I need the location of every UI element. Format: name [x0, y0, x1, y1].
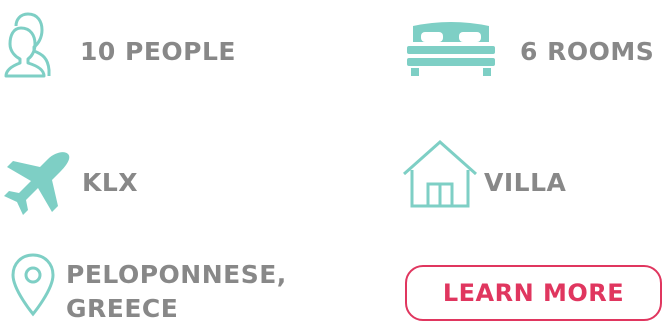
location-line-1: PELOPONNESE, [66, 260, 287, 289]
location-line-2: GREECE [66, 294, 179, 323]
learn-more-button[interactable]: LEARN MORE [405, 265, 662, 321]
learn-more-label: LEARN MORE [442, 279, 625, 307]
people-icon [4, 12, 51, 78]
people-label: 10 PEOPLE [80, 37, 236, 66]
airplane-icon [4, 152, 70, 215]
bed-icon [407, 22, 495, 76]
location-label: PELOPONNESE, GREECE [66, 258, 287, 326]
house-icon [403, 140, 477, 208]
rooms-label: 6 ROOMS [520, 37, 655, 66]
airport-label: KLX [82, 168, 139, 197]
location-pin-icon [11, 253, 55, 317]
type-label: VILLA [484, 168, 567, 197]
